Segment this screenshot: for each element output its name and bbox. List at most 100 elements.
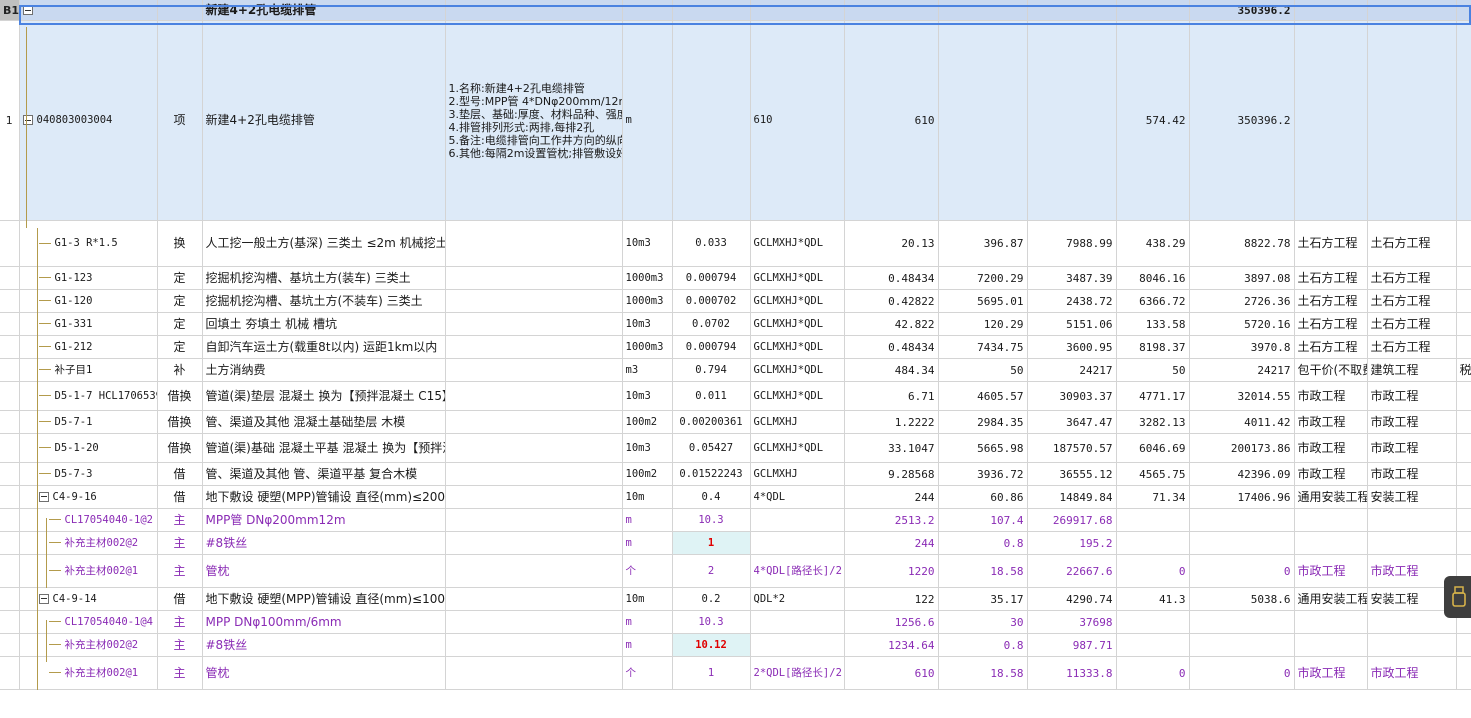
row-content[interactable]: 10.3: [672, 610, 751, 634]
row-name[interactable]: 自卸汽车运土方(载重8t以内) 运距1km以内: [202, 335, 446, 359]
row-content[interactable]: 0.05427: [672, 433, 751, 463]
table-row[interactable]: G1-120 定挖掘机挖沟槽、基坑土方(不装车) 三类土 1000m3 0.00070…: [0, 289, 1471, 313]
row-code[interactable]: D5-1-7 HCL17065390 C…: [19, 381, 158, 411]
row-unit[interactable]: 10m3: [622, 220, 673, 267]
table-row[interactable]: 补充主材002@2 主 #8铁丝 m 1 244 0.8 195.2: [0, 531, 1471, 555]
row-name[interactable]: 人工挖一般土方(基深) 三类土 ≤2m 机械挖土方中需人工辅助开挖(包括切边、修…: [202, 220, 446, 267]
row-unit[interactable]: 10m: [622, 587, 673, 611]
row-content[interactable]: 1: [672, 656, 751, 690]
table-row[interactable]: 补子目1 补土方消纳费 m3 0.794 GCLMXHJ*QDL 484.34 50 2421…: [0, 358, 1471, 382]
row-code[interactable]: CL17054040-1@2: [19, 508, 158, 532]
row-name[interactable]: 地下敷设 硬塑(MPP)管铺设 直径(mm)≤100: [202, 587, 446, 611]
row-unit[interactable]: 10m3: [622, 433, 673, 463]
row-name[interactable]: #8铁丝: [202, 633, 446, 657]
row-content[interactable]: 0.01522243: [672, 462, 751, 486]
row-expr[interactable]: [750, 610, 845, 634]
table-row[interactable]: G1-212 定自卸汽车运土方(载重8t以内) 运距1km以内 1000m3 0.00…: [0, 335, 1471, 359]
table-row[interactable]: CL17054040-1@4 主 MPP DNφ100mm/6mm m 10.3 1256…: [0, 610, 1471, 634]
row-code[interactable]: G1-3 R*1.5: [19, 220, 158, 267]
side-tool-button[interactable]: [1444, 576, 1471, 618]
row-code[interactable]: D5-7-1: [19, 410, 158, 434]
row-code[interactable]: 补充主材002@1: [19, 554, 158, 588]
row-unit[interactable]: m: [622, 508, 673, 532]
row-unit[interactable]: 10m3: [622, 312, 673, 336]
row-content[interactable]: 0.000794: [672, 335, 751, 359]
row-name[interactable]: MPP管 DNφ200mm12m: [202, 508, 446, 532]
row-content[interactable]: 0.4: [672, 485, 751, 509]
table-row[interactable]: 补充主材002@1 主管枕 个24*QDL[路径长]/2[结果取整数]122018.…: [0, 554, 1471, 588]
row-content[interactable]: 2: [672, 554, 751, 588]
table-row[interactable]: G1-3 R*1.5 换人工挖一般土方(基深) 三类土 ≤2m 机械挖土方中需人工…: [0, 220, 1471, 267]
row-name[interactable]: 管枕: [202, 656, 446, 690]
row-name[interactable]: MPP DNφ100mm/6mm: [202, 610, 446, 634]
row-code[interactable]: D5-7-3: [19, 462, 158, 486]
row-name[interactable]: 管道(渠)基础 混凝土平基 混凝土 换为【预拌混凝土 C25】: [202, 433, 446, 463]
row-unit[interactable]: m: [622, 610, 673, 634]
row-content[interactable]: 10.12: [672, 633, 751, 657]
row-code[interactable]: 补充主材002@2: [19, 633, 158, 657]
row-code[interactable]: 补充主材002@2: [19, 531, 158, 555]
row-unit[interactable]: m: [622, 633, 673, 657]
table-row[interactable]: D5-7-3 借管、渠道及其他 管、渠道平基 复合木模 100m2 0.0152224…: [0, 462, 1471, 486]
row-expr[interactable]: GCLMXHJ: [750, 410, 845, 434]
row-name[interactable]: 管、渠道及其他 管、渠道平基 复合木模: [202, 462, 446, 486]
table-row[interactable]: G1-331 定回填土 夯填土 机械 槽坑 10m3 0.0702 GCLMXHJ*QD…: [0, 312, 1471, 336]
row-code[interactable]: C4-9-14: [19, 587, 158, 611]
table-row[interactable]: CL17054040-1@2 主 MPP管 DNφ200mm12m m 10.3 2513…: [0, 508, 1471, 532]
section-tag[interactable]: B1: [0, 0, 20, 21]
section-row[interactable]: B1 新建4+2孔电缆排管 350396.2: [0, 0, 1471, 21]
row-code[interactable]: 补充主材002@1: [19, 656, 158, 690]
row-expr[interactable]: [750, 508, 845, 532]
table-row[interactable]: D5-1-20 借换管道(渠)基础 混凝土平基 混凝土 换为【预拌混凝土 C25】…: [0, 433, 1471, 463]
row-name[interactable]: 挖掘机挖沟槽、基坑土方(不装车) 三类土: [202, 289, 446, 313]
item-features[interactable]: 1.名称:新建4+2孔电缆排管 2.型号:MPP管 4*DNφ200mm/12m…: [445, 20, 623, 221]
row-name[interactable]: #8铁丝: [202, 531, 446, 555]
row-name[interactable]: 地下敷设 硬塑(MPP)管铺设 直径(mm)≤200: [202, 485, 446, 509]
row-expr[interactable]: GCLMXHJ*QDL: [750, 266, 845, 290]
row-name[interactable]: 挖掘机挖沟槽、基坑土方(装车) 三类土: [202, 266, 446, 290]
row-unit[interactable]: m3: [622, 358, 673, 382]
row-expr[interactable]: [750, 633, 845, 657]
row-expr[interactable]: GCLMXHJ*QDL: [750, 220, 845, 267]
row-expr[interactable]: GCLMXHJ*QDL: [750, 335, 845, 359]
item-expr[interactable]: 610: [750, 20, 845, 221]
row-expr[interactable]: GCLMXHJ: [750, 462, 845, 486]
row-code[interactable]: CL17054040-1@4: [19, 610, 158, 634]
row-unit[interactable]: 1000m3: [622, 335, 673, 359]
row-content[interactable]: 0.2: [672, 587, 751, 611]
row-content[interactable]: 0.794: [672, 358, 751, 382]
row-name[interactable]: 回填土 夯填土 机械 槽坑: [202, 312, 446, 336]
row-code[interactable]: G1-123: [19, 266, 158, 290]
table-row[interactable]: D5-7-1 借换 管、渠道及其他 混凝土基础垫层 木模 100m2 0.0020036…: [0, 410, 1471, 434]
table-row[interactable]: D5-1-7 HCL17065390 C…借换管道(渠)垫层 混凝土 换为【预拌…: [0, 381, 1471, 411]
collapse-icon[interactable]: [38, 491, 49, 502]
row-expr[interactable]: 4*QDL[路径长]/2[结果取整数]: [750, 554, 845, 588]
row-unit[interactable]: 个: [622, 554, 673, 588]
row-unit[interactable]: 10m: [622, 485, 673, 509]
item-unit[interactable]: m: [622, 20, 673, 221]
collapse-icon[interactable]: [22, 115, 33, 125]
row-code[interactable]: G1-212: [19, 335, 158, 359]
list-item-row[interactable]: 1 040803003004 项 新建4+2孔电缆排管 1.名称:新建4+2孔电…: [0, 20, 1471, 221]
table-row[interactable]: C4-9-16 借地下敷设 硬塑(MPP)管铺设 直径(mm)≤200 10m 0.4…: [0, 485, 1471, 509]
row-unit[interactable]: 100m2: [622, 410, 673, 434]
collapse-icon[interactable]: [38, 593, 49, 604]
row-content[interactable]: 0.011: [672, 381, 751, 411]
row-expr[interactable]: 4*QDL: [750, 485, 845, 509]
row-unit[interactable]: 1000m3: [622, 266, 673, 290]
row-name[interactable]: 管、渠道及其他 混凝土基础垫层 木模: [202, 410, 446, 434]
row-code[interactable]: D5-1-20: [19, 433, 158, 463]
row-expr[interactable]: GCLMXHJ*QDL: [750, 312, 845, 336]
row-code[interactable]: G1-331: [19, 312, 158, 336]
collapse-icon[interactable]: [22, 5, 33, 15]
row-unit[interactable]: 个: [622, 656, 673, 690]
row-content[interactable]: 10.3: [672, 508, 751, 532]
row-expr[interactable]: GCLMXHJ*QDL: [750, 358, 845, 382]
item-name[interactable]: 新建4+2孔电缆排管: [202, 20, 446, 221]
row-unit[interactable]: 1000m3: [622, 289, 673, 313]
row-unit[interactable]: 100m2: [622, 462, 673, 486]
row-code[interactable]: C4-9-16: [19, 485, 158, 509]
table-row[interactable]: C4-9-14 借地下敷设 硬塑(MPP)管铺设 直径(mm)≤100 10m 0.2…: [0, 587, 1471, 611]
row-code[interactable]: 补子目1: [19, 358, 158, 382]
row-content[interactable]: 0.0702: [672, 312, 751, 336]
